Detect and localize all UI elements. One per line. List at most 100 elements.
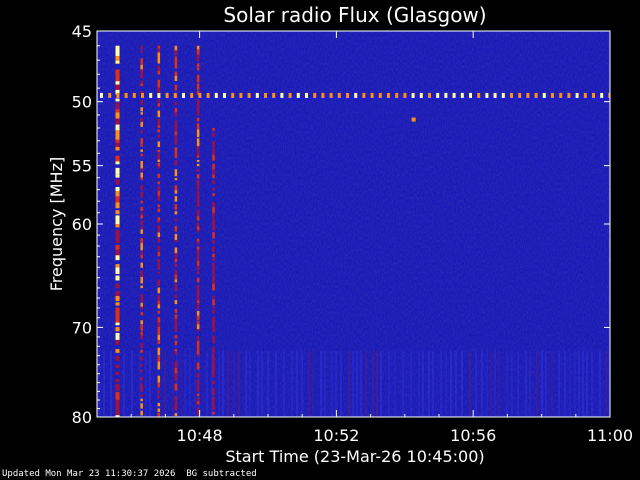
plot-area xyxy=(97,31,610,417)
y-axis-label: Frequency [MHz] xyxy=(47,157,66,291)
burst-segment xyxy=(157,181,161,185)
burst-segment xyxy=(212,299,215,306)
burst-segment xyxy=(174,204,178,211)
burst-segment xyxy=(140,50,143,53)
burst-segment xyxy=(140,45,143,50)
burst-segment xyxy=(157,287,161,294)
burst-segment xyxy=(157,334,161,341)
burst-segment xyxy=(140,122,143,127)
burst-segment xyxy=(115,318,120,323)
burst-segment xyxy=(174,56,178,64)
burst-segment xyxy=(174,225,178,232)
burst-segment xyxy=(115,387,120,391)
burst-segment xyxy=(115,255,120,261)
band-dash xyxy=(378,92,382,98)
burst-segment xyxy=(140,226,143,229)
burst-segment xyxy=(157,402,161,407)
burst-segment xyxy=(140,342,143,349)
burst-segment xyxy=(212,158,215,161)
burst-segment xyxy=(115,408,120,416)
updated-text: Updated Mon Mar 23 11:30:37 2026 xyxy=(2,469,176,479)
burst-segment xyxy=(157,395,161,399)
burst-segment xyxy=(157,186,161,191)
burst-segment xyxy=(157,232,161,238)
burst-segment xyxy=(140,72,143,79)
burst-segment xyxy=(115,146,120,151)
burst-segment xyxy=(196,174,200,179)
burst-segment xyxy=(174,253,178,260)
band-dash xyxy=(362,92,366,98)
burst-segment xyxy=(115,392,120,400)
burst-segment xyxy=(157,195,161,202)
burst-segment xyxy=(157,159,161,162)
burst-segment xyxy=(115,196,120,204)
burst-segment xyxy=(140,243,143,251)
burst-segment xyxy=(196,238,200,242)
burst-segment xyxy=(140,58,143,66)
burst-segment xyxy=(174,283,178,290)
burst-segment xyxy=(174,239,178,242)
burst-segment xyxy=(157,382,161,388)
band-dash xyxy=(559,92,563,98)
burst-segment xyxy=(212,396,215,405)
burst-segment xyxy=(174,361,178,369)
burst-segment xyxy=(196,328,200,332)
burst-segment xyxy=(115,112,120,120)
burst-segment xyxy=(196,216,200,221)
burst-segment xyxy=(174,269,178,276)
burst-segment xyxy=(140,364,143,367)
burst-segment xyxy=(174,376,178,381)
burst-segment xyxy=(212,262,215,270)
burst-segment xyxy=(196,67,200,71)
burst-segment xyxy=(212,373,215,378)
y-tick-label: 50 xyxy=(72,93,92,112)
burst-segment xyxy=(196,54,200,62)
burst-segment xyxy=(115,327,120,332)
band-dash xyxy=(452,92,456,98)
burst-segment xyxy=(157,237,161,243)
burst-segment xyxy=(174,211,178,215)
burst-segment xyxy=(212,232,215,239)
burst-segment xyxy=(196,266,200,271)
burst-segment xyxy=(174,169,178,177)
burst-segment xyxy=(196,407,200,416)
x-tick-label: 11:00 xyxy=(587,426,633,445)
burst-segment xyxy=(115,364,120,368)
burst-segment xyxy=(115,224,120,228)
burst-segment xyxy=(115,403,120,409)
burst-segment xyxy=(157,58,161,64)
band-dash xyxy=(411,92,415,98)
burst-segment xyxy=(157,166,161,169)
burst-segment xyxy=(115,219,120,225)
hot-pixel xyxy=(411,117,416,122)
burst-segment xyxy=(140,100,143,105)
band-dash xyxy=(518,92,522,98)
burst-segment xyxy=(157,141,161,148)
band-dash xyxy=(526,92,530,98)
burst-segment xyxy=(157,225,161,233)
burst-segment xyxy=(157,125,161,128)
burst-segment xyxy=(212,326,215,332)
burst-segment xyxy=(157,271,161,274)
band-dash xyxy=(206,92,210,98)
burst-segment xyxy=(157,153,161,160)
band-dash xyxy=(296,92,300,98)
burst-segment xyxy=(157,367,161,370)
burst-segment xyxy=(174,404,178,411)
burst-segment xyxy=(157,110,161,118)
burst-segment xyxy=(140,403,143,409)
burst-segment xyxy=(157,87,161,93)
burst-segment xyxy=(212,335,215,340)
burst-segment xyxy=(174,352,178,355)
band-dash xyxy=(575,92,579,98)
burst-segment xyxy=(196,340,200,349)
burst-segment xyxy=(196,146,200,151)
burst-segment xyxy=(212,253,215,258)
burst-segment xyxy=(212,286,215,291)
band-dash xyxy=(493,92,497,98)
burst-segment xyxy=(157,295,161,302)
burst-segment xyxy=(196,159,200,162)
burst-segment xyxy=(115,69,120,77)
burst-segment xyxy=(196,379,200,386)
band-dash xyxy=(198,92,202,98)
